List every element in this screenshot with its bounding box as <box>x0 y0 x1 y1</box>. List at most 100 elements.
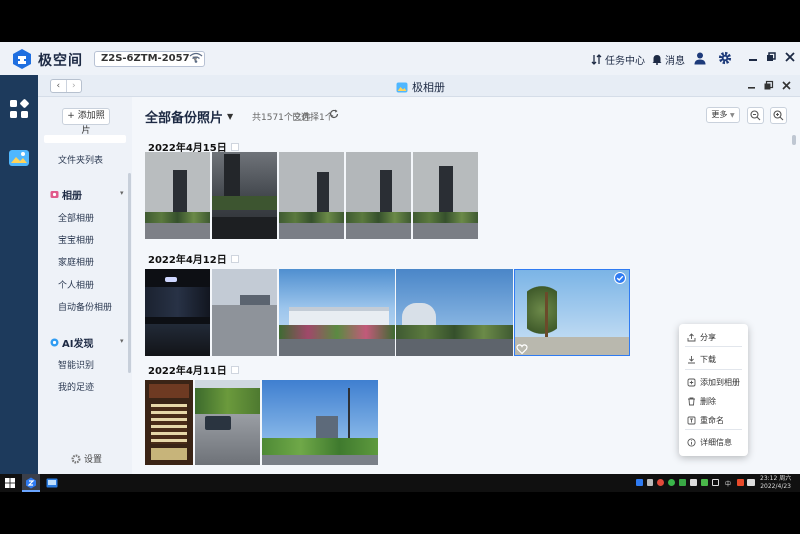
settings-button[interactable]: 设置 <box>71 452 102 465</box>
windows-start-icon[interactable] <box>4 477 16 489</box>
photo-thumbnail[interactable] <box>212 269 277 356</box>
sidebar-group-ai-label: AI发现 <box>62 339 94 350</box>
tray-app-icon[interactable] <box>647 479 653 486</box>
sidebar-item-folder-list[interactable]: 文件夹列表 <box>58 153 103 166</box>
logo-text: 极空间 <box>38 53 83 69</box>
sidebar-item-auto-backup-albums[interactable]: 自动备份相册 <box>58 300 112 313</box>
messages-button[interactable]: 消息 <box>652 52 685 67</box>
zoom-in-icon <box>773 110 784 121</box>
tray-zspace-icon[interactable] <box>636 479 643 486</box>
add-to-album-icon <box>687 378 696 387</box>
app-grid-icon[interactable] <box>8 98 30 120</box>
photo-thumbnail-selected[interactable] <box>514 269 630 356</box>
user-icon[interactable] <box>693 51 707 65</box>
restore-icon[interactable] <box>765 51 777 63</box>
zoom-out-button[interactable] <box>747 107 764 124</box>
window-restore-icon[interactable] <box>763 80 774 91</box>
menu-item-rename[interactable]: 重命名 <box>687 415 724 426</box>
task-center-button[interactable]: 任务中心 <box>591 52 645 67</box>
photo-thumbnail[interactable] <box>145 152 210 239</box>
top-bar: 极空间 Z2S-6ZTM-2057 ▼ 任务中心 消息 <box>0 42 800 75</box>
tray-app-icon[interactable] <box>701 479 708 486</box>
photo-thumbnail[interactable] <box>279 269 395 356</box>
chevron-down-icon[interactable]: ▾ <box>120 337 124 345</box>
minimize-icon[interactable] <box>747 51 759 63</box>
zspace-app-icon <box>26 477 36 489</box>
logo-icon <box>13 49 31 69</box>
tray-app-icon[interactable] <box>679 479 686 486</box>
back-button[interactable]: ‹ <box>51 80 66 92</box>
sidebar-group-albums-label: 相册 <box>62 191 82 202</box>
caret-down-icon: ▼ <box>227 112 234 121</box>
rename-icon <box>687 416 696 425</box>
trash-icon <box>688 397 695 406</box>
selected-check-icon[interactable] <box>614 272 626 284</box>
chevron-down-icon[interactable]: ▾ <box>120 189 124 197</box>
sidebar-group-albums[interactable]: 相册 <box>50 187 82 202</box>
desktop: 极空间 Z2S-6ZTM-2057 ▼ 任务中心 消息 ‹ › 极相册 + 添加… <box>0 42 800 474</box>
main-content: 全部备份照片 ▼ 共1571个文件 已选择1个 更多 ▼ 2022年4月15日 … <box>132 97 800 474</box>
photo-thumbnail[interactable] <box>262 380 378 465</box>
photo-thumbnail[interactable] <box>145 380 193 465</box>
page-title[interactable]: 全部备份照片 ▼ <box>145 107 233 126</box>
volume-icon[interactable] <box>747 479 755 486</box>
window-minimize-icon[interactable] <box>746 80 757 91</box>
menu-divider <box>685 346 742 347</box>
network-icon[interactable] <box>712 479 719 486</box>
tray-app-icon[interactable] <box>657 479 664 486</box>
favorite-heart-icon[interactable] <box>516 343 528 355</box>
sidebar-item-baby-albums[interactable]: 宝宝相册 <box>58 233 94 246</box>
chevron-down-icon: ▼ <box>729 112 735 119</box>
tray-app-icon[interactable] <box>690 479 697 486</box>
photo-thumbnail[interactable] <box>413 152 478 239</box>
sidebar-item-smart-recognition[interactable]: 智能识别 <box>58 358 94 371</box>
photo-thumbnail[interactable] <box>145 269 210 356</box>
info-icon <box>687 438 696 447</box>
gear-icon[interactable] <box>718 51 732 65</box>
more-button[interactable]: 更多 ▼ <box>706 107 740 123</box>
clock[interactable]: 23:12 周六 2022/4/23 <box>760 475 791 491</box>
sidebar-item-family-albums[interactable]: 家庭相册 <box>58 255 94 268</box>
photo-thumbnail[interactable] <box>396 269 513 356</box>
sidebar-item-personal-albums[interactable]: 个人相册 <box>58 278 94 291</box>
photo-thumbnail[interactable] <box>346 152 411 239</box>
photo-thumbnail[interactable] <box>195 380 260 465</box>
select-all-checkbox[interactable] <box>230 254 239 263</box>
photo-album-app-icon[interactable] <box>8 147 30 169</box>
album-folder-icon <box>50 191 59 198</box>
main-scrollbar[interactable] <box>792 135 796 145</box>
menu-divider <box>685 369 742 370</box>
tray-app-icon[interactable] <box>737 479 744 486</box>
sidebar-item-my-footprints[interactable]: 我的足迹 <box>58 380 94 393</box>
menu-item-details[interactable]: 详细信息 <box>687 437 732 448</box>
zoom-in-button[interactable] <box>770 107 787 124</box>
window-title: 极相册 <box>396 79 445 95</box>
photo-thumbnail[interactable] <box>212 152 277 239</box>
taskbar-app-active[interactable] <box>22 474 40 492</box>
window-titlebar: ‹ › 极相册 <box>38 75 800 97</box>
taskbar: 中 23:12 周六 2022/4/23 <box>0 474 800 492</box>
ime-indicator[interactable]: 中 <box>725 479 731 488</box>
sidebar-item-all-albums[interactable]: 全部相册 <box>58 211 94 224</box>
menu-item-delete[interactable]: 删除 <box>687 396 716 407</box>
menu-item-label: 分享 <box>700 333 716 342</box>
app-dock <box>0 75 38 474</box>
album-icon <box>396 82 408 92</box>
forward-button[interactable]: › <box>65 80 82 92</box>
remote-desktop-icon[interactable] <box>46 477 58 489</box>
more-label: 更多 <box>711 110 728 119</box>
sidebar-scrollbar[interactable] <box>128 173 131 373</box>
select-all-checkbox[interactable] <box>230 142 239 151</box>
add-photo-button[interactable]: + 添加照片 <box>62 108 110 136</box>
window-close-icon[interactable] <box>781 80 792 91</box>
photo-thumbnail[interactable] <box>279 152 344 239</box>
sidebar-group-ai[interactable]: AI发现 <box>50 335 93 350</box>
sidebar-item-partial[interactable] <box>44 135 126 143</box>
refresh-icon[interactable] <box>329 109 339 119</box>
menu-item-add-to-album[interactable]: 添加到相册 <box>687 377 740 388</box>
close-icon[interactable] <box>784 51 796 63</box>
tray-app-icon[interactable] <box>668 479 675 486</box>
select-all-checkbox[interactable] <box>230 365 239 374</box>
menu-item-download[interactable]: 下载 <box>687 354 716 365</box>
menu-item-share[interactable]: 分享 <box>687 332 716 343</box>
